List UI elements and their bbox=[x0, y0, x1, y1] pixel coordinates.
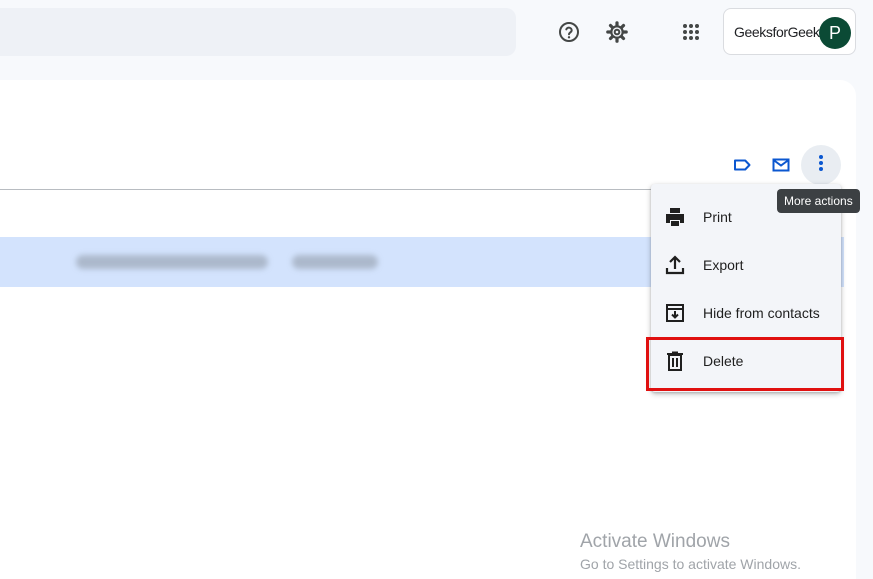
help-icon[interactable] bbox=[553, 16, 585, 48]
menu-item-export[interactable]: Export bbox=[651, 241, 841, 289]
account-chip[interactable]: GeeksforGeeks P bbox=[723, 8, 856, 55]
menu-item-label: Hide from contacts bbox=[703, 305, 820, 321]
blurred-phone bbox=[292, 255, 378, 269]
activate-windows-subtitle: Go to Settings to activate Windows. bbox=[580, 556, 801, 572]
search-bar[interactable] bbox=[0, 8, 516, 56]
menu-item-hide-from-contacts[interactable]: Hide from contacts bbox=[651, 289, 841, 337]
divider bbox=[0, 189, 660, 190]
more-vert-icon bbox=[818, 154, 824, 177]
activate-windows-title: Activate Windows bbox=[580, 531, 730, 552]
email-icon[interactable] bbox=[768, 152, 794, 178]
archive-icon bbox=[663, 301, 687, 325]
print-icon bbox=[663, 205, 687, 229]
apps-grid-icon[interactable] bbox=[675, 16, 707, 48]
avatar[interactable]: P bbox=[819, 17, 851, 49]
delete-highlight-outline bbox=[646, 337, 844, 391]
more-actions-tooltip: More actions bbox=[777, 189, 860, 213]
label-icon[interactable] bbox=[729, 152, 755, 178]
menu-item-label: Export bbox=[703, 257, 744, 273]
blurred-email bbox=[76, 255, 268, 269]
more-actions-button[interactable] bbox=[801, 145, 841, 185]
menu-item-label: Print bbox=[703, 209, 732, 225]
gear-icon[interactable] bbox=[601, 16, 633, 48]
export-icon bbox=[663, 253, 687, 277]
account-brand: GeeksforGeeks bbox=[734, 24, 827, 40]
